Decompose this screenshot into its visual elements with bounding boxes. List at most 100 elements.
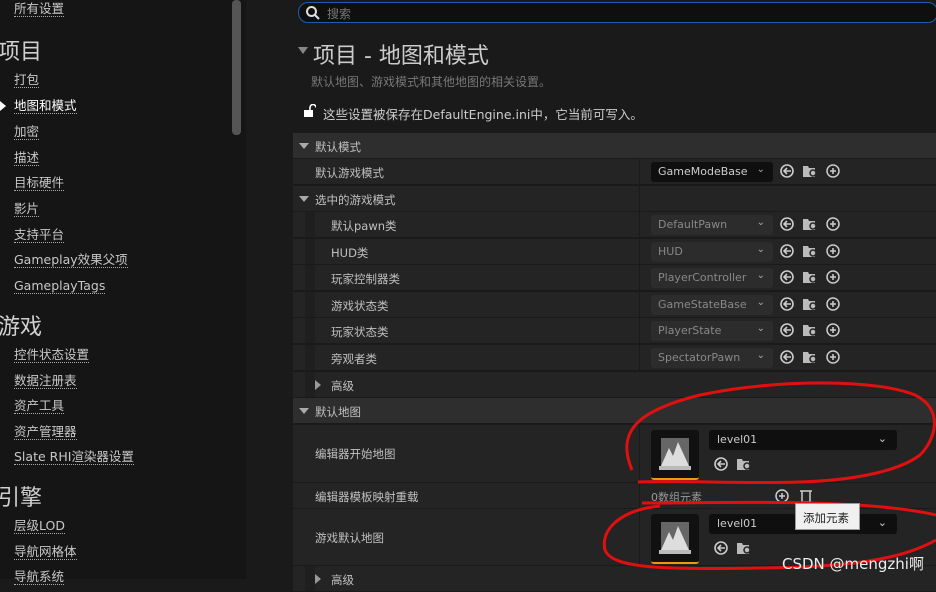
use-selected-icon[interactable] bbox=[779, 322, 795, 338]
collapse-icon[interactable] bbox=[299, 143, 309, 149]
advanced-label: 高级 bbox=[331, 573, 354, 587]
use-selected-icon[interactable] bbox=[779, 296, 795, 312]
add-new-icon[interactable] bbox=[825, 322, 841, 338]
chevron-down-icon: ⌄ bbox=[756, 296, 765, 308]
class-dropdown[interactable]: GameStateBase ⌄ bbox=[651, 294, 773, 315]
category-default-modes[interactable]: 默认模式 bbox=[293, 133, 936, 159]
use-selected-icon[interactable] bbox=[779, 269, 795, 285]
class-dropdown[interactable]: DefaultPawn ⌄ bbox=[651, 215, 773, 235]
sidebar-item[interactable]: 控件状态设置 bbox=[14, 347, 90, 363]
search-input[interactable]: 搜索 bbox=[298, 2, 936, 23]
browse-asset-icon[interactable] bbox=[736, 456, 752, 472]
sidebar-item[interactable]: 资产工具 bbox=[14, 398, 65, 414]
property-actions bbox=[779, 349, 841, 365]
class-dropdown[interactable]: HUD ⌄ bbox=[651, 241, 773, 262]
browse-asset-icon[interactable] bbox=[802, 349, 818, 365]
category-selected-mode[interactable]: 选中的游戏模式 bbox=[293, 186, 936, 212]
browse-asset-icon[interactable] bbox=[802, 322, 818, 338]
sidebar-item[interactable]: Slate RHI渲染器设置 bbox=[14, 449, 134, 465]
sidebar-item[interactable]: GameplayTags bbox=[14, 278, 106, 294]
browse-asset-icon[interactable] bbox=[802, 163, 818, 179]
use-selected-icon[interactable] bbox=[779, 243, 795, 259]
settings-panel: 搜索 项目 - 地图和模式 默认地图、游戏模式和其他地图的相关设置。 这些设置被… bbox=[293, 0, 936, 592]
sidebar-item[interactable]: 目标硬件 bbox=[14, 175, 65, 191]
sidebar-item-all-settings[interactable]: 所有设置 bbox=[14, 1, 65, 17]
dropdown-value: SpectatorPawn bbox=[658, 351, 741, 364]
category-label: 选中的游戏模式 bbox=[315, 193, 396, 207]
property-label: 玩家状态类 bbox=[331, 325, 389, 340]
category-default-maps[interactable]: 默认地图 bbox=[293, 398, 936, 424]
class-dropdown[interactable]: PlayerState ⌄ bbox=[651, 321, 773, 342]
collapse-icon[interactable] bbox=[299, 196, 309, 202]
class-dropdown[interactable]: PlayerController ⌄ bbox=[651, 268, 773, 289]
add-new-icon[interactable] bbox=[825, 163, 841, 179]
property-row: 默认游戏模式 GameModeBase ⌄ bbox=[293, 159, 936, 185]
dropdown-value: PlayerState bbox=[658, 324, 722, 338]
use-selected-icon[interactable] bbox=[779, 163, 795, 179]
map-thumbnail[interactable] bbox=[651, 514, 699, 564]
use-selected-icon[interactable] bbox=[779, 349, 795, 365]
sidebar-item[interactable]: 资产管理器 bbox=[14, 424, 77, 440]
property-actions bbox=[779, 322, 841, 338]
property-actions bbox=[779, 296, 841, 312]
sidebar-item[interactable]: 导航网格体 bbox=[14, 544, 77, 560]
sidebar-item-maps-modes[interactable]: 地图和模式 bbox=[14, 98, 77, 114]
dropdown-value: GameModeBase bbox=[658, 165, 748, 178]
add-new-icon[interactable] bbox=[825, 296, 841, 312]
map-thumbnail[interactable] bbox=[651, 430, 699, 480]
property-label: 默认pawn类 bbox=[331, 219, 397, 233]
browse-asset-icon[interactable] bbox=[736, 540, 752, 556]
sidebar-item[interactable]: Gameplay效果父项 bbox=[14, 252, 128, 268]
sidebar-item[interactable]: 加密 bbox=[14, 124, 40, 140]
sidebar-category-game: 游戏 bbox=[0, 315, 43, 340]
collapse-icon[interactable] bbox=[299, 408, 309, 414]
browse-asset-icon[interactable] bbox=[802, 216, 818, 232]
browse-asset-icon[interactable] bbox=[802, 243, 818, 259]
sidebar-item[interactable]: 层级LOD bbox=[14, 518, 65, 534]
map-icon bbox=[659, 522, 691, 554]
collapse-icon[interactable] bbox=[298, 47, 308, 54]
use-selected-icon[interactable] bbox=[779, 216, 795, 232]
dropdown-value: HUD bbox=[658, 244, 683, 258]
sidebar-scrollbar[interactable] bbox=[232, 0, 241, 135]
chevron-down-icon: ⌄ bbox=[756, 270, 765, 282]
sidebar-item[interactable]: 支持平台 bbox=[14, 227, 65, 243]
editor-startup-map-dropdown[interactable]: level01 ⌄ bbox=[709, 430, 897, 450]
category-label: 默认模式 bbox=[315, 140, 361, 154]
property-label: 编辑器开始地图 bbox=[315, 447, 396, 461]
expand-icon[interactable] bbox=[315, 574, 321, 584]
add-new-icon[interactable] bbox=[825, 269, 841, 285]
settings-sidebar: 所有设置 项目 打包 地图和模式 加密 描述 目标硬件 影片 支持平台 Game… bbox=[0, 0, 246, 585]
class-dropdown[interactable]: SpectatorPawn ⌄ bbox=[651, 348, 773, 368]
use-selected-icon[interactable] bbox=[713, 456, 729, 472]
add-element-icon[interactable] bbox=[774, 488, 790, 504]
chevron-down-icon: ⌄ bbox=[756, 243, 765, 255]
sidebar-item[interactable]: 描述 bbox=[14, 150, 40, 166]
game-mode-dropdown[interactable]: GameModeBase ⌄ bbox=[651, 162, 773, 182]
trash-icon[interactable] bbox=[799, 488, 813, 504]
property-actions bbox=[779, 216, 841, 232]
expand-icon[interactable] bbox=[315, 380, 321, 390]
property-label: 编辑器模板映射重载 bbox=[315, 490, 419, 504]
use-selected-icon[interactable] bbox=[713, 540, 729, 556]
watermark: CSDN @mengzhi啊 bbox=[782, 555, 924, 573]
sidebar-item[interactable]: 数据注册表 bbox=[14, 373, 77, 389]
sidebar-item[interactable]: 导航系统 bbox=[14, 569, 65, 585]
add-new-icon[interactable] bbox=[825, 216, 841, 232]
array-count: 0数组元素 bbox=[651, 491, 702, 504]
sidebar-item[interactable]: 影片 bbox=[14, 201, 40, 217]
sidebar-item[interactable]: 打包 bbox=[14, 72, 40, 88]
browse-asset-icon[interactable] bbox=[802, 296, 818, 312]
sidebar-category-engine: 引擎 bbox=[0, 486, 43, 511]
chevron-down-icon: ⌄ bbox=[756, 350, 765, 361]
add-new-icon[interactable] bbox=[825, 349, 841, 365]
property-row: 玩家状态类 PlayerState ⌄ bbox=[293, 318, 936, 345]
property-label: 游戏默认地图 bbox=[315, 531, 384, 545]
add-new-icon[interactable] bbox=[825, 243, 841, 259]
advanced-row[interactable]: 高级 bbox=[293, 372, 936, 398]
property-actions bbox=[779, 269, 841, 285]
property-label: 旁观者类 bbox=[331, 352, 377, 366]
advanced-label: 高级 bbox=[331, 379, 354, 393]
property-row: 游戏状态类 GameStateBase ⌄ bbox=[293, 291, 936, 318]
browse-asset-icon[interactable] bbox=[802, 269, 818, 285]
